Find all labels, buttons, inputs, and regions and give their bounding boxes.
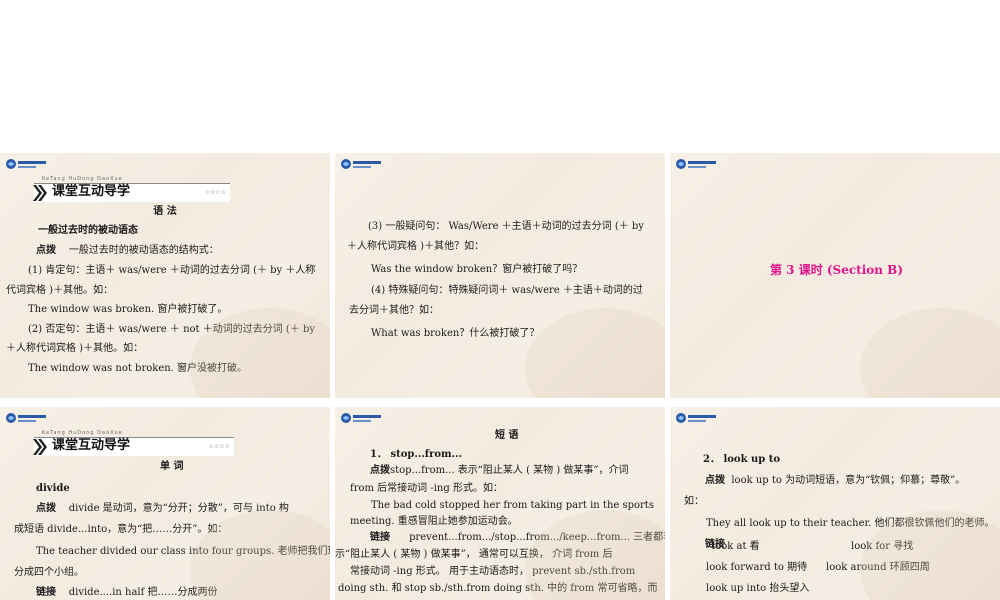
logo-icon bbox=[341, 159, 381, 169]
section-banner: KeTang HuDong DaoXue 课堂互动导学 ☆☆☆☆ bbox=[33, 430, 234, 456]
slide-grammar-2: (3) 一般疑问句： Was/Were ＋主语＋动词的过去分词 (＋ by ＋人… bbox=[335, 153, 665, 398]
topic-title: 一般过去时的被动语态 bbox=[38, 225, 138, 236]
logo-icon bbox=[676, 159, 716, 169]
example-sentence: The window was not broken. 窗户没被打破。 bbox=[28, 363, 248, 374]
section-heading: 短 语 bbox=[495, 430, 519, 441]
banner-title: 课堂互动导学 bbox=[52, 184, 131, 199]
logo-icon bbox=[341, 413, 381, 423]
banner-title: 课堂互动导学 bbox=[52, 438, 131, 453]
example-sentence: Was the window broken？窗户被打破了吗？ bbox=[371, 264, 583, 275]
example-sentence: What was broken？什么被打破了？ bbox=[371, 328, 540, 339]
slide-phrases-1: 短 语 1． stop...from... 点拨stop...from... 表… bbox=[335, 407, 665, 600]
phrase-item: 2． look up to bbox=[703, 454, 781, 465]
chevron-right-icon bbox=[33, 439, 47, 455]
slide-grammar-1: KeTang HuDong DaoXue 课堂互动导学 ☆☆☆☆ 语 法 一般过… bbox=[0, 153, 330, 398]
section-heading: 语 法 bbox=[153, 206, 177, 217]
slide-lesson-title: 第 3 课时 (Section B) bbox=[670, 153, 1000, 398]
example-sentence: The bad cold stopped her from taking par… bbox=[371, 500, 654, 511]
example-sentence: They all look up to their teacher. 他们都很钦… bbox=[706, 518, 995, 529]
section-heading: 单 词 bbox=[160, 461, 184, 472]
logo-icon bbox=[676, 413, 716, 423]
logo-icon bbox=[6, 413, 46, 423]
example-sentence: The window was broken. 窗户被打破了。 bbox=[28, 304, 228, 315]
tip-line: 点拨 一般过去时的被动语态的结构式： bbox=[36, 245, 219, 256]
logo-icon bbox=[6, 159, 46, 169]
slide-phrases-2: 2． look up to 点拨 look up to 为动词短语，意为“钦佩；… bbox=[670, 407, 1000, 600]
section-banner: KeTang HuDong DaoXue 课堂互动导学 ☆☆☆☆ bbox=[33, 176, 230, 202]
chevron-right-icon bbox=[33, 185, 47, 201]
phrase-item: 1． stop...from... bbox=[370, 449, 463, 460]
slide-vocabulary: KeTang HuDong DaoXue 课堂互动导学 ☆☆☆☆ 单 词 div… bbox=[0, 407, 330, 600]
vocab-word: divide bbox=[36, 483, 70, 494]
example-sentence: The teacher divided our class into four … bbox=[36, 546, 330, 557]
lesson-title: 第 3 课时 (Section B) bbox=[770, 263, 903, 277]
